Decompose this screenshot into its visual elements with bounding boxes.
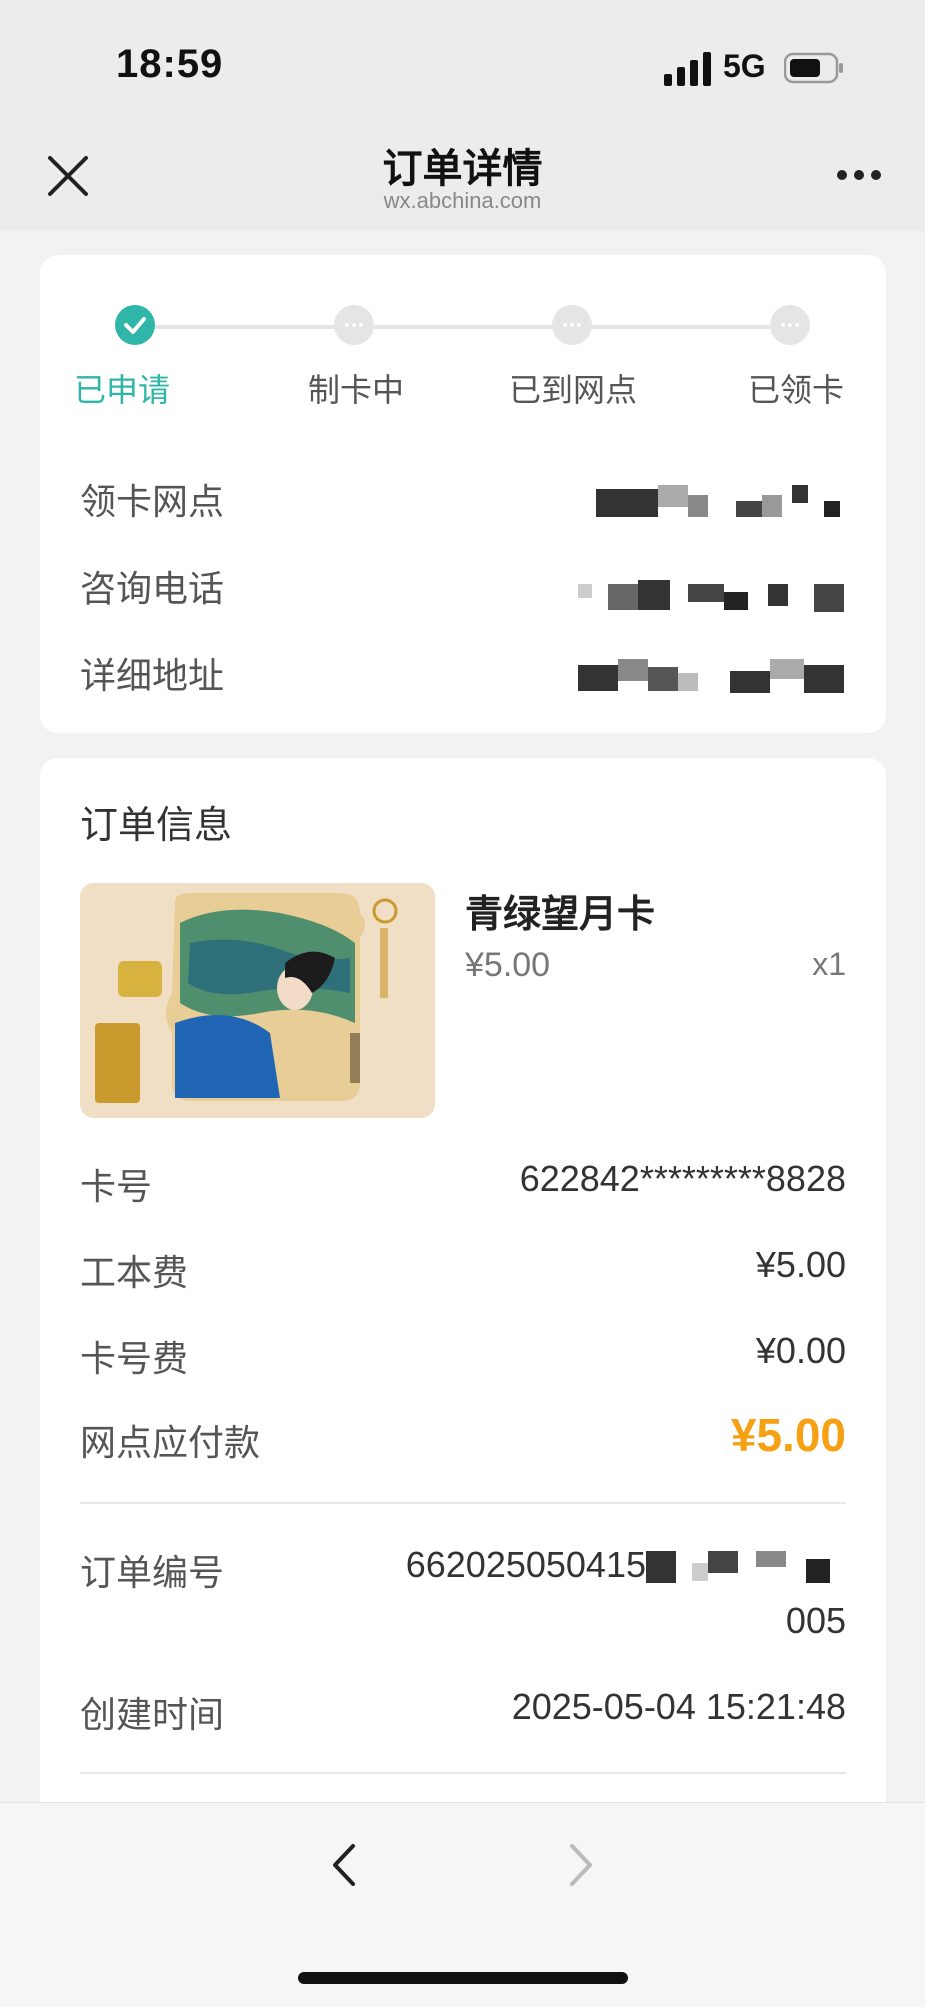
phone-label: 咨询电话 (80, 569, 225, 610)
step-dot-arrived (552, 305, 592, 345)
network-type: 5G (723, 48, 766, 84)
pickup-branch-label: 领卡网点 (80, 482, 225, 523)
payable-label: 网点应付款 (80, 1423, 261, 1464)
pickup-branch-mosaic (596, 485, 840, 517)
step-label-collected: 已领卡 (748, 371, 845, 409)
phone-mosaic (578, 580, 844, 612)
pending-icon (345, 323, 363, 327)
created-time-label: 创建时间 (80, 1695, 225, 1736)
address-label: 详细地址 (80, 656, 225, 697)
branch-card: 已申请 制卡中 已到网点 已领卡 领卡网点 咨询电话 详细地址 (40, 255, 886, 733)
cost-fee-label: 工本费 (80, 1253, 189, 1294)
page-title: 订单详情 (382, 146, 543, 192)
payable-value: ¥5.00 (730, 1409, 846, 1461)
status-time: 18:59 (116, 42, 224, 86)
step-label-making: 制卡中 (308, 371, 405, 409)
product-name: 青绿望月卡 (465, 892, 656, 936)
step-dot-making (334, 305, 374, 345)
signal-icon (664, 52, 711, 86)
card-number-label: 卡号 (80, 1167, 153, 1208)
step-label-applied: 已申请 (74, 371, 171, 409)
order-no-value: 662025050415 (405, 1544, 646, 1585)
card-number-value: 622842*********8828 (519, 1158, 846, 1199)
page-domain: wx.abchina.com (383, 188, 542, 213)
order-no-label: 订单编号 (80, 1553, 225, 1594)
pending-icon (563, 323, 581, 327)
bank-card-image[interactable] (80, 883, 435, 1118)
step-dot-collected (770, 305, 810, 345)
home-indicator[interactable] (298, 1972, 628, 1984)
product-quantity: x1 (812, 946, 846, 982)
divider (80, 1502, 846, 1504)
battery-icon (784, 52, 843, 84)
back-icon[interactable] (325, 1840, 365, 1890)
order-no-suffix: 005 (785, 1600, 846, 1641)
product-price: ¥5.00 (465, 946, 551, 984)
number-fee-value: ¥0.00 (755, 1330, 846, 1371)
progress-track (135, 325, 795, 329)
pending-icon (781, 323, 799, 327)
address-mosaic (578, 659, 844, 693)
step-dot-applied (115, 305, 155, 345)
more-icon[interactable] (836, 168, 882, 182)
number-fee-label: 卡号费 (80, 1339, 189, 1380)
cost-fee-value: ¥5.00 (755, 1244, 846, 1285)
check-icon (124, 317, 146, 334)
order-no-mosaic (646, 1551, 830, 1583)
forward-icon[interactable] (560, 1840, 600, 1890)
created-time-value: 2025-05-04 15:21:48 (511, 1686, 846, 1727)
divider (80, 1772, 846, 1774)
step-label-arrived: 已到网点 (509, 371, 638, 409)
order-section-title: 订单信息 (80, 803, 233, 847)
